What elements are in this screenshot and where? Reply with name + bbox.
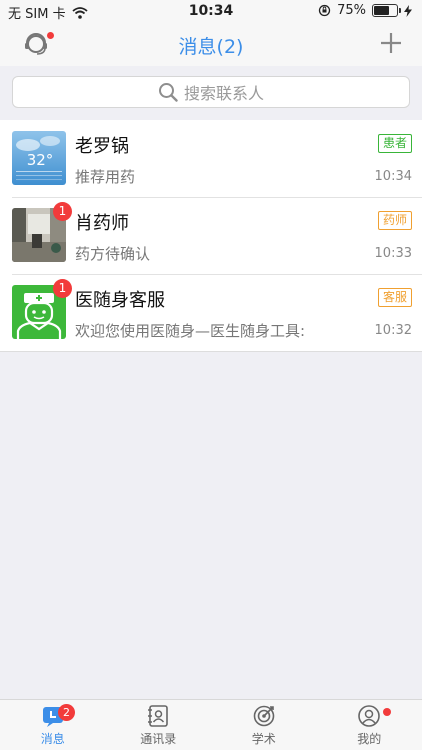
tab-messages[interactable]: 2 消息 — [0, 700, 106, 750]
conversation-row[interactable]: 1 肖药师 药方待确认 药师 10:33 — [0, 197, 422, 274]
contact-name: 老罗锅 — [75, 136, 129, 157]
tab-academic[interactable]: 学术 — [211, 700, 317, 750]
status-bar: 无 SIM 卡 10:34 75% — [0, 0, 422, 22]
tab-contacts[interactable]: 通讯录 — [106, 700, 212, 750]
contacts-icon — [148, 705, 169, 727]
tab-bar: 2 消息 通讯录 学术 我的 — [0, 699, 422, 750]
search-area: 搜索联系人 — [0, 66, 422, 118]
search-placeholder: 搜索联系人 — [183, 84, 264, 103]
message-time: 10:33 — [374, 246, 412, 261]
page-title: 消息(2) — [178, 36, 244, 58]
charging-bolt-icon — [404, 4, 412, 17]
weather-avatar-graphic: 32° — [16, 136, 62, 180]
battery-icon — [372, 4, 401, 17]
conversation-row[interactable]: 32° 老罗锅 推荐用药 患者 10:34 — [0, 120, 422, 197]
tab-profile[interactable]: 我的 — [317, 700, 422, 750]
profile-icon — [358, 705, 381, 727]
service-tag: 客服 — [377, 288, 412, 307]
search-icon — [158, 83, 178, 102]
navigation-bar: 消息(2) — [0, 22, 422, 67]
plus-icon — [381, 33, 401, 53]
temperature-text: 32° — [27, 151, 54, 169]
academic-icon — [253, 705, 275, 727]
tab-label: 我的 — [357, 732, 382, 746]
notification-dot — [382, 708, 391, 716]
contact-name: 肖药师 — [75, 213, 129, 234]
tab-badge: 2 — [58, 704, 75, 721]
message-preview: 推荐用药 — [75, 168, 136, 186]
tab-label: 消息 — [40, 732, 65, 746]
status-right: 75% — [318, 3, 412, 18]
search-input[interactable]: 搜索联系人 — [12, 76, 410, 108]
battery-fill — [374, 6, 389, 15]
add-button[interactable] — [380, 32, 402, 54]
unread-badge: 1 — [53, 202, 72, 221]
conversation-list: 32° 老罗锅 推荐用药 患者 10:34 1 肖药师 药方待确认 药师 10:… — [0, 120, 422, 352]
unread-badge: 1 — [53, 279, 72, 298]
conversation-row[interactable]: 1 医随身客服 欢迎您使用医随身—医生随身工具: 客服 10:32 — [0, 274, 422, 351]
tab-label: 通讯录 — [140, 732, 177, 746]
message-time: 10:32 — [374, 323, 412, 338]
weather-avatar: 32° — [12, 131, 66, 185]
message-preview: 药方待确认 — [75, 245, 151, 263]
rotation-lock-icon — [318, 4, 331, 17]
pharmacist-tag: 药师 — [377, 211, 412, 230]
contact-name: 医随身客服 — [75, 290, 165, 311]
message-preview: 欢迎您使用医随身—医生随身工具: — [75, 322, 306, 340]
message-time: 10:34 — [374, 169, 412, 184]
patient-tag: 患者 — [377, 134, 412, 153]
battery-percent: 75% — [337, 3, 366, 18]
tab-label: 学术 — [251, 732, 276, 746]
